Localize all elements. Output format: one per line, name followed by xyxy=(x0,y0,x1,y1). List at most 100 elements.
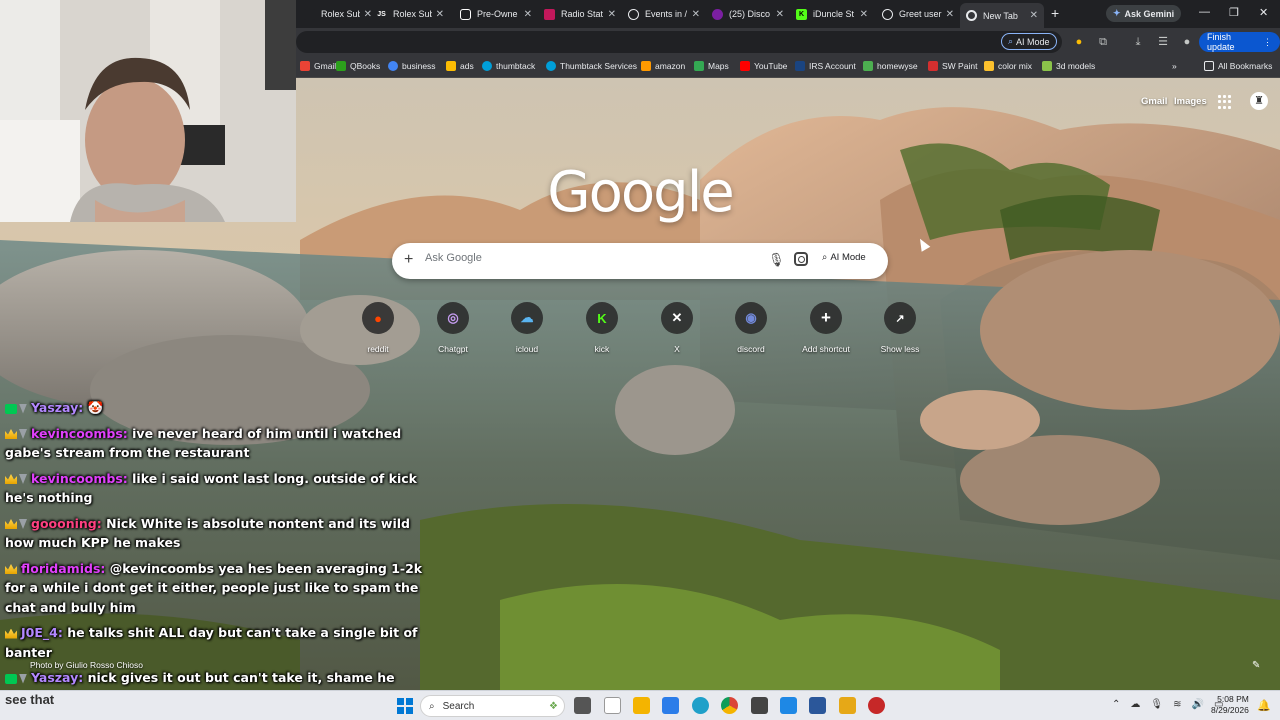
omnibox-ai-mode-button[interactable]: ⌕ AI Mode xyxy=(1001,33,1057,50)
taskbar-clock[interactable]: 5:08 PM 8/29/2026 xyxy=(1211,694,1249,716)
shortcut-label: Chatgpt xyxy=(438,344,468,354)
gmail-link[interactable]: Gmail xyxy=(1141,96,1167,107)
tab-pre-owned[interactable]: Pre-Owne ✕ xyxy=(454,3,538,25)
search-input[interactable] xyxy=(425,252,755,264)
bookmark-thumbtack[interactable]: thumbtack xyxy=(482,61,535,71)
calculator-icon[interactable] xyxy=(751,697,768,714)
bookmark-3d-models[interactable]: 3d models xyxy=(1042,61,1095,71)
bookmark-amazon[interactable]: amazon xyxy=(641,61,685,71)
microphone-icon[interactable]: 🎙 xyxy=(1150,699,1163,710)
color-mix-icon xyxy=(984,61,994,71)
show-less-button[interactable]: ↗ Show less xyxy=(863,302,937,354)
shortcut-icloud[interactable]: ☁ icloud xyxy=(490,302,564,354)
ask-gemini-button[interactable]: ✦ Ask Gemini xyxy=(1106,5,1182,22)
customize-pencil-icon[interactable]: ✎ xyxy=(1252,660,1260,671)
images-link[interactable]: Images xyxy=(1174,96,1207,107)
chat-message: kevincoombs: like i said wont last long.… xyxy=(5,469,435,508)
tab-greet-user[interactable]: Greet user ✕ xyxy=(876,3,960,25)
chevron-up-icon[interactable]: ⌃ xyxy=(1112,699,1120,710)
photo-credit-link[interactable]: Photo by Giulio Rosso Chioso xyxy=(30,660,143,670)
search-box[interactable]: + 🎙 ⌕ AI Mode xyxy=(392,243,888,279)
profile-icon[interactable]: ● xyxy=(1181,36,1193,48)
tab-title: Rolex Subr xyxy=(321,9,360,19)
bookmark-sw-paint[interactable]: SW Paint xyxy=(928,61,977,71)
tab-rolex-1[interactable]: Rolex Subr ✕ xyxy=(298,3,378,25)
bookmark-irs-account[interactable]: IRS Account xyxy=(795,61,856,71)
new-tab-button[interactable]: + xyxy=(1051,5,1059,21)
tab-close-icon[interactable]: ✕ xyxy=(436,9,444,20)
extensions-puzzle-icon[interactable]: ⧉ xyxy=(1097,36,1109,48)
shortcut-reddit[interactable]: ● reddit xyxy=(341,302,415,354)
tab-kick[interactable]: K iDuncle St ✕ xyxy=(790,3,874,25)
bookmark-qbooks[interactable]: QBooks xyxy=(336,61,380,71)
bookmark-maps[interactable]: Maps xyxy=(694,61,729,71)
bookmarks-overflow-icon[interactable]: » xyxy=(1172,61,1177,71)
tab-close-icon[interactable]: ✕ xyxy=(860,9,868,20)
chrome-icon[interactable] xyxy=(721,697,738,714)
volume-icon[interactable]: 🔊 xyxy=(1191,699,1203,710)
taskbar-search[interactable]: ⌕ Search ❖ xyxy=(420,695,565,717)
tab-discord[interactable]: (25) Disco ✕ xyxy=(706,3,790,25)
wifi-icon[interactable]: ≋ xyxy=(1173,699,1181,710)
google-icon xyxy=(388,61,398,71)
bookmark-color-mix[interactable]: color mix xyxy=(984,61,1032,71)
google-lens-icon[interactable] xyxy=(794,252,808,266)
task-view-icon[interactable] xyxy=(574,697,591,714)
file-explorer-icon[interactable] xyxy=(633,697,650,714)
plus-icon[interactable]: + xyxy=(404,251,413,269)
bookmark-thumbtack-services[interactable]: Thumbtack Services xyxy=(546,61,637,71)
notepad-icon[interactable] xyxy=(604,697,621,714)
add-shortcut-button[interactable]: + Add shortcut xyxy=(789,302,863,354)
notification-bell-icon[interactable]: 🔔 xyxy=(1257,699,1271,712)
account-avatar-icon[interactable]: ♜ xyxy=(1250,92,1268,110)
tab-rolex-2[interactable]: JS Rolex Subr ✕ xyxy=(370,3,450,25)
tab-close-icon[interactable]: ✕ xyxy=(776,9,784,20)
snipping-tool-icon[interactable] xyxy=(780,697,797,714)
all-bookmarks-button[interactable]: All Bookmarks xyxy=(1204,61,1272,71)
minimize-icon[interactable]: — xyxy=(1199,6,1210,18)
cloud-icon[interactable]: ☁ xyxy=(1130,699,1140,710)
word-icon[interactable] xyxy=(809,697,826,714)
tab-close-icon[interactable]: ✕ xyxy=(524,9,532,20)
bookmark-youtube[interactable]: YouTube xyxy=(740,61,787,71)
tab-radio-station[interactable]: Radio Stat ✕ xyxy=(538,3,622,25)
bookmark-homewyse[interactable]: homewyse xyxy=(863,61,918,71)
bookmark-ads[interactable]: ads xyxy=(446,61,474,71)
tab-new-tab[interactable]: New Tab ✕ xyxy=(960,3,1044,28)
finish-update-button[interactable]: Finish update ⋮ xyxy=(1199,32,1280,52)
tab-close-icon[interactable]: ✕ xyxy=(946,9,954,20)
download-icon[interactable]: ⤓ xyxy=(1132,36,1144,48)
tab-close-icon[interactable]: ✕ xyxy=(1030,10,1038,21)
tab-events[interactable]: Events in / ✕ xyxy=(622,3,706,25)
notes-icon[interactable] xyxy=(662,697,679,714)
close-window-icon[interactable]: ✕ xyxy=(1259,6,1268,19)
folder-icon xyxy=(1204,61,1214,71)
shortcut-discord[interactable]: ◉ discord xyxy=(714,302,788,354)
tab-close-icon[interactable]: ✕ xyxy=(692,9,700,20)
start-button-icon[interactable] xyxy=(397,698,413,714)
address-bar[interactable] xyxy=(296,31,1062,53)
maps-icon[interactable] xyxy=(839,697,856,714)
crown-badge-icon xyxy=(5,628,17,639)
tab-search-icon[interactable]: ☰ xyxy=(1157,36,1169,48)
weather-widget[interactable]: see that xyxy=(5,692,54,707)
restore-icon[interactable]: ❐ xyxy=(1229,6,1239,19)
shortcut-x[interactable]: ✕ X xyxy=(640,302,714,354)
recorder-icon[interactable] xyxy=(868,697,885,714)
verified-badge-icon xyxy=(19,474,27,484)
reddit-icon: ● xyxy=(362,302,394,334)
discord-icon: ◉ xyxy=(735,302,767,334)
webcam-overlay xyxy=(0,0,296,222)
extension-lamp-icon[interactable]: ● xyxy=(1073,36,1085,48)
ai-mode-button[interactable]: ⌕ AI Mode xyxy=(822,252,866,263)
bookmark-business[interactable]: business xyxy=(388,61,436,71)
tab-close-icon[interactable]: ✕ xyxy=(608,9,616,20)
og-badge-icon xyxy=(5,673,17,684)
shortcut-kick[interactable]: K kick xyxy=(565,302,639,354)
microphone-icon[interactable]: 🎙 xyxy=(768,252,785,268)
edge-icon[interactable] xyxy=(692,697,709,714)
google-apps-icon[interactable] xyxy=(1218,95,1232,109)
bookmark-gmail[interactable]: Gmail xyxy=(300,61,336,71)
clock-time: 5:08 PM xyxy=(1217,694,1249,704)
shortcut-chatgpt[interactable]: ◎ Chatgpt xyxy=(416,302,490,354)
